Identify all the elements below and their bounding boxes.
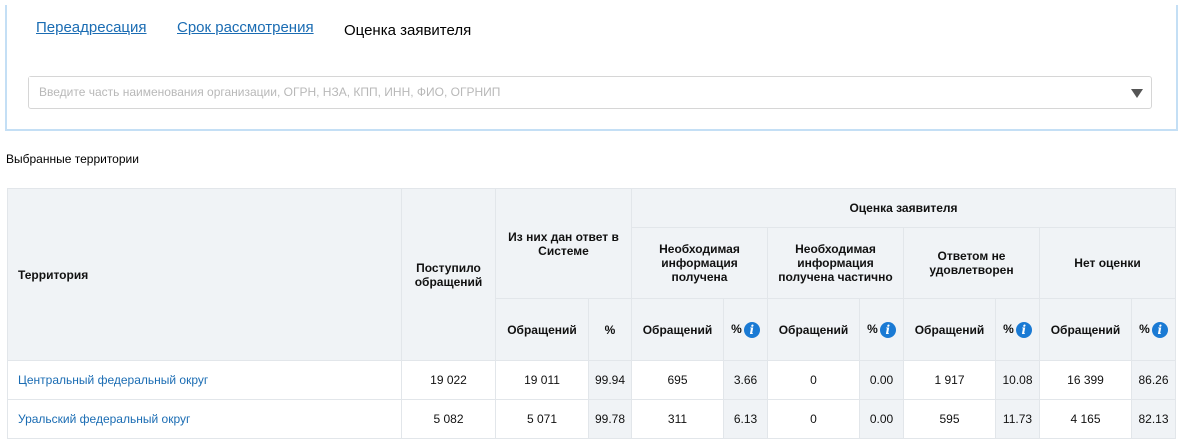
subheader-count: Обращений bbox=[631, 298, 724, 361]
header-group: Необходимая информация получена частично bbox=[767, 227, 904, 299]
statistics-table: Территория Поступило обращений Из них да… bbox=[7, 188, 1176, 439]
chevron-down-icon[interactable] bbox=[1131, 89, 1143, 98]
header-territory: Территория bbox=[7, 188, 402, 361]
percent-cell: 82.13 bbox=[1131, 399, 1176, 439]
subheader-percent: % i bbox=[723, 298, 768, 361]
percent-label: % bbox=[604, 322, 616, 337]
header-rating: Оценка заявителя bbox=[631, 188, 1176, 228]
count-cell: 16 399 bbox=[1039, 360, 1132, 400]
territory-link[interactable]: Уральский федеральный округ bbox=[7, 399, 402, 439]
percent-label: % bbox=[1003, 321, 1014, 336]
percent-cell: 0.00 bbox=[859, 399, 904, 439]
percent-label: % bbox=[867, 321, 878, 336]
tab-applicant-rating[interactable]: Оценка заявителя bbox=[330, 8, 486, 51]
subheader-percent: % bbox=[588, 298, 632, 361]
count-cell: 4 165 bbox=[1039, 399, 1132, 439]
percent-label: % bbox=[731, 321, 742, 336]
count-cell: 0 bbox=[767, 360, 860, 400]
header-group: Нет оценки bbox=[1039, 227, 1176, 299]
table-row: Уральский федеральный округ 5 082 5 071 99.… bbox=[7, 399, 1176, 439]
count-cell: 595 bbox=[903, 399, 996, 439]
percent-cell: 6.13 bbox=[723, 399, 768, 439]
header-group: Ответом не удовлетворен bbox=[903, 227, 1040, 299]
tab-redirect[interactable]: Переадресация bbox=[36, 19, 147, 36]
info-icon[interactable]: i bbox=[1151, 321, 1168, 338]
percent-cell: 86.26 bbox=[1131, 360, 1176, 400]
percent-cell: 11.73 bbox=[995, 399, 1040, 439]
selected-territories-label: Выбранные территории bbox=[6, 152, 139, 166]
info-icon[interactable]: i bbox=[879, 321, 896, 338]
count-cell: 19 022 bbox=[401, 360, 496, 400]
info-icon[interactable]: i bbox=[1015, 321, 1032, 338]
subheader-count: Обращений bbox=[903, 298, 996, 361]
percent-cell: 0.00 bbox=[859, 360, 904, 400]
percent-cell: 10.08 bbox=[995, 360, 1040, 400]
search-input[interactable] bbox=[29, 77, 1129, 106]
percent-label: % bbox=[1139, 321, 1150, 336]
header-group: Необходимая информация получена bbox=[631, 227, 768, 299]
tab-review-period[interactable]: Срок рассмотрения bbox=[177, 19, 314, 36]
subheader-percent: % i bbox=[995, 298, 1040, 361]
info-icon[interactable]: i bbox=[743, 321, 760, 338]
percent-cell: 99.78 bbox=[588, 399, 632, 439]
organization-search[interactable] bbox=[28, 76, 1152, 109]
subheader-percent: % i bbox=[859, 298, 904, 361]
count-cell: 5 071 bbox=[495, 399, 589, 439]
header-received: Поступило обращений bbox=[401, 188, 496, 361]
count-cell: 0 bbox=[767, 399, 860, 439]
subheader-count: Обращений bbox=[767, 298, 860, 361]
table-row: Центральный федеральный округ 19 022 19 01… bbox=[7, 360, 1176, 400]
territory-link[interactable]: Центральный федеральный округ bbox=[7, 360, 402, 400]
subheader-count: Обращений bbox=[1039, 298, 1132, 361]
subheader-count: Обращений bbox=[495, 298, 589, 361]
percent-cell: 99.94 bbox=[588, 360, 632, 400]
percent-cell: 3.66 bbox=[723, 360, 768, 400]
header-answered: Из них дан ответ в Системе bbox=[495, 188, 632, 299]
count-cell: 311 bbox=[631, 399, 724, 439]
count-cell: 5 082 bbox=[401, 399, 496, 439]
count-cell: 695 bbox=[631, 360, 724, 400]
count-cell: 19 011 bbox=[495, 360, 589, 400]
subheader-percent: % i bbox=[1131, 298, 1176, 361]
count-cell: 1 917 bbox=[903, 360, 996, 400]
